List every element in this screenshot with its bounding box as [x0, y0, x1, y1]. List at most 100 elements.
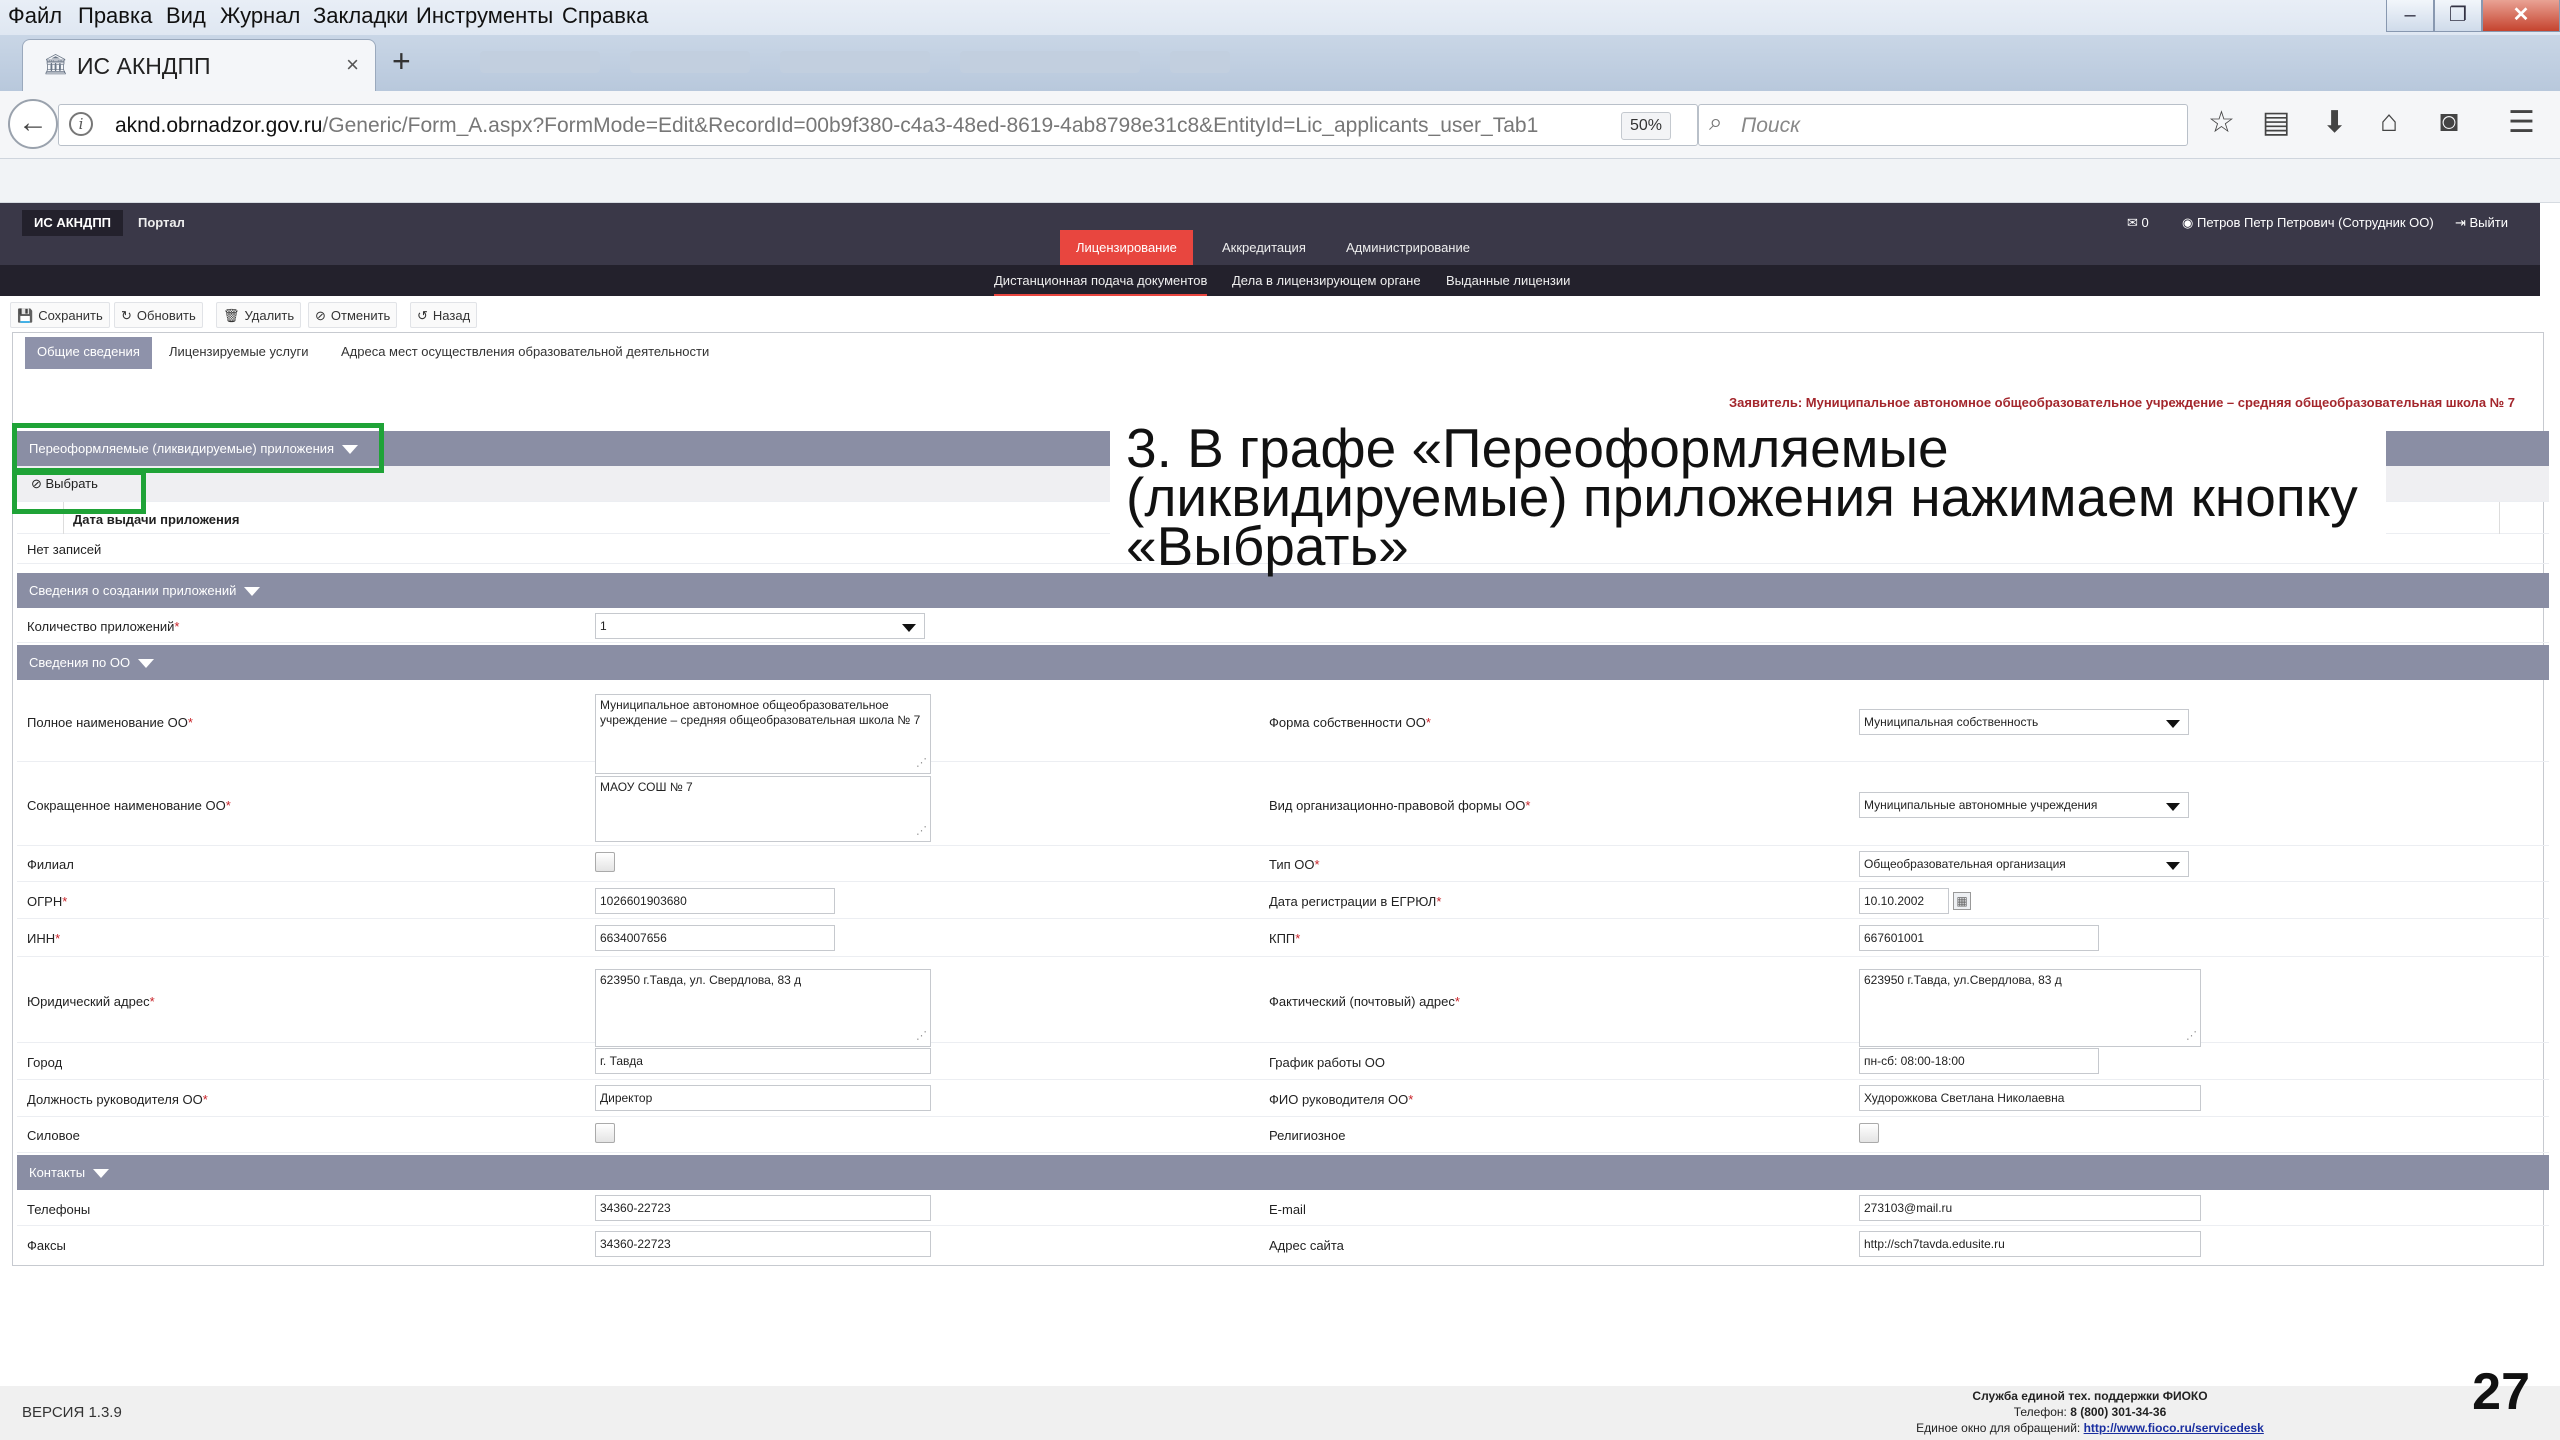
resize-grip-icon[interactable]: ⋰	[916, 1029, 927, 1044]
power-label: Силовое	[27, 1128, 80, 1143]
back-arrow-icon[interactable]: ←	[8, 99, 58, 149]
new-tab-icon[interactable]: +	[392, 43, 411, 80]
annotation-text: 3. В графе «Переоформляемые (ликвидируем…	[1126, 417, 2358, 577]
zoom-indicator[interactable]: 50%	[1621, 112, 1671, 140]
menu-help[interactable]: Справка	[562, 3, 648, 29]
delete-button[interactable]: 🗑 Удалить	[216, 302, 302, 328]
tab-title: ИС АКНДПП	[77, 53, 211, 79]
legal-address-textarea[interactable]: 623950 г.Тавда, ул. Свердлова, 83 д ⋰	[595, 969, 931, 1047]
blurred-tab[interactable]	[480, 51, 600, 73]
hamburger-menu-icon[interactable]: ☰	[2508, 105, 2535, 140]
ownership-select[interactable]: Муниципальная собственность	[1859, 709, 2189, 735]
subnav-remote-submission[interactable]: Дистанционная подача документов	[994, 265, 1208, 296]
pocket-icon[interactable]: ◙	[2440, 105, 2458, 139]
tab-services[interactable]: Лицензируемые услуги	[169, 337, 308, 369]
actual-address-label: Фактический (почтовый) адрес*	[1269, 994, 1460, 1009]
site-input[interactable]: http://sch7tavda.edusite.ru	[1859, 1231, 2201, 1257]
screen: Файл Правка Вид Журнал Закладки Инструме…	[0, 0, 2560, 1440]
blurred-tab[interactable]	[1170, 51, 1230, 73]
branch-checkbox[interactable]	[595, 852, 615, 872]
minimize-button[interactable]: –	[2386, 0, 2434, 32]
tab-addresses[interactable]: Адреса мест осуществления образовательно…	[341, 337, 709, 369]
logout-icon: ⇥	[2455, 215, 2470, 230]
menu-tools[interactable]: Инструменты	[416, 3, 553, 29]
section-creation[interactable]: Сведения о создании приложений	[17, 573, 2549, 608]
menu-edit[interactable]: Правка	[78, 3, 152, 29]
applicant-label: Заявитель: Муниципальное автономное обще…	[1729, 395, 2515, 410]
power-checkbox[interactable]	[595, 1123, 615, 1143]
url-text[interactable]: aknd.obrnadzor.gov.ru/Generic/Form_A.asp…	[115, 114, 1538, 138]
url-host: aknd.obrnadzor.gov.ru	[115, 114, 323, 137]
bookmarks-bar	[0, 159, 2560, 203]
head-position-input[interactable]: Директор	[595, 1085, 931, 1111]
legal-form-value: Муниципальные автономные учреждения	[1864, 798, 2098, 812]
subnav-issued-licenses[interactable]: Выданные лицензии	[1446, 265, 1570, 296]
home-icon[interactable]: ⌂	[2380, 105, 2398, 139]
maximize-button[interactable]: ❐	[2434, 0, 2482, 32]
nav-administration[interactable]: Администрирование	[1330, 230, 1486, 265]
schedule-input[interactable]: пн-сб: 08:00-18:00	[1859, 1048, 2099, 1074]
resize-grip-icon[interactable]: ⋰	[916, 824, 927, 839]
tab-general[interactable]: Общие сведения	[25, 337, 152, 369]
url-path: /Generic/Form_A.aspx?FormMode=Edit&Recor…	[322, 114, 1539, 137]
reading-list-icon[interactable]: ▤	[2262, 105, 2290, 140]
nav-accreditation[interactable]: Аккредитация	[1206, 230, 1322, 265]
refresh-button[interactable]: ↻ Обновить	[114, 302, 203, 328]
browser-tab[interactable]: 🏛 ИС АКНДПП ×	[22, 39, 376, 91]
city-input[interactable]: г. Тавда	[595, 1048, 931, 1074]
nav-licensing[interactable]: Лицензирование	[1060, 230, 1193, 265]
subnav-cases[interactable]: Дела в лицензирующем органе	[1232, 265, 1421, 296]
back-button[interactable]: ↺ Назад	[410, 302, 478, 328]
type-value: Общеобразовательная организация	[1864, 857, 2066, 871]
blurred-tab[interactable]	[960, 51, 1140, 73]
email-input[interactable]: 273103@mail.ru	[1859, 1195, 2201, 1221]
ownership-label: Форма собственности ОО*	[1269, 715, 1431, 730]
reg-date-input[interactable]: 10.10.2002	[1859, 888, 1949, 914]
download-icon[interactable]: ⬇	[2322, 105, 2347, 140]
count-select[interactable]: 1	[595, 613, 925, 639]
menu-file[interactable]: Файл	[8, 3, 62, 29]
legal-address-value: 623950 г.Тавда, ул. Свердлова, 83 д	[600, 973, 802, 987]
support-link[interactable]: http://www.fioco.ru/servicedesk	[2084, 1421, 2264, 1435]
support-phone: 8 (800) 301-34-36	[2070, 1405, 2167, 1419]
ogrn-input[interactable]: 1026601903680	[595, 888, 835, 914]
legal-form-select[interactable]: Муниципальные автономные учреждения	[1859, 792, 2189, 818]
site-label: Адрес сайта	[1269, 1238, 1344, 1253]
caret-down-icon	[138, 659, 155, 669]
chevron-down-icon	[2166, 862, 2180, 870]
resize-grip-icon[interactable]: ⋰	[2186, 1029, 2197, 1044]
bookmark-star-icon[interactable]: ☆	[2208, 105, 2235, 140]
search-input[interactable]: ⌕ Поиск	[1698, 104, 2188, 146]
close-window-button[interactable]: ✕	[2482, 0, 2560, 32]
menu-history[interactable]: Журнал	[220, 3, 300, 29]
blurred-tab[interactable]	[780, 51, 930, 73]
section-org[interactable]: Сведения по ОО	[17, 645, 2549, 680]
form-toolbar: 💾 Сохранить ↻ Обновить 🗑 Удалить ⊘ Отменить …	[0, 296, 2540, 332]
inn-input[interactable]: 6634007656	[595, 925, 835, 951]
column-issue-date[interactable]: Дата выдачи приложения	[73, 512, 239, 527]
fax-input[interactable]: 34360-22723	[595, 1231, 931, 1257]
app-footer: ВЕРСИЯ 1.3.9 Служба единой тех. поддержк…	[0, 1386, 2560, 1440]
row-full-name: Полное наименование ОО* Муниципальное ав…	[17, 680, 2549, 774]
address-bar[interactable]: i aknd.obrnadzor.gov.ru/Generic/Form_A.a…	[58, 104, 1726, 146]
religious-checkbox[interactable]	[1859, 1123, 1879, 1143]
head-name-input[interactable]: Худорожкова Светлана Николаевна	[1859, 1085, 2201, 1111]
calendar-icon[interactable]: ▦	[1953, 892, 1971, 910]
trash-icon: 🗑	[223, 308, 240, 323]
chevron-down-icon	[2166, 803, 2180, 811]
save-button[interactable]: 💾 Сохранить	[10, 302, 110, 328]
menu-view[interactable]: Вид	[166, 3, 206, 29]
section-contacts[interactable]: Контакты	[17, 1155, 2549, 1190]
blurred-tab[interactable]	[630, 51, 750, 73]
menu-bookmarks[interactable]: Закладки	[313, 3, 408, 29]
full-name-value: Муниципальное автономное общеобразовател…	[600, 698, 921, 727]
actual-address-textarea[interactable]: 623950 г.Тавда, ул.Свердлова, 83 д ⋰	[1859, 969, 2201, 1047]
type-select[interactable]: Общеобразовательная организация	[1859, 851, 2189, 877]
short-name-textarea[interactable]: МАОУ СОШ № 7 ⋰	[595, 776, 931, 842]
kpp-input[interactable]: 667601001	[1859, 925, 2099, 951]
cancel-button[interactable]: ⊘ Отменить	[308, 302, 398, 328]
phones-input[interactable]: 34360-22723	[595, 1195, 931, 1221]
close-tab-icon[interactable]: ×	[346, 52, 359, 78]
chevron-down-icon	[902, 624, 916, 632]
info-icon[interactable]: i	[69, 112, 93, 136]
